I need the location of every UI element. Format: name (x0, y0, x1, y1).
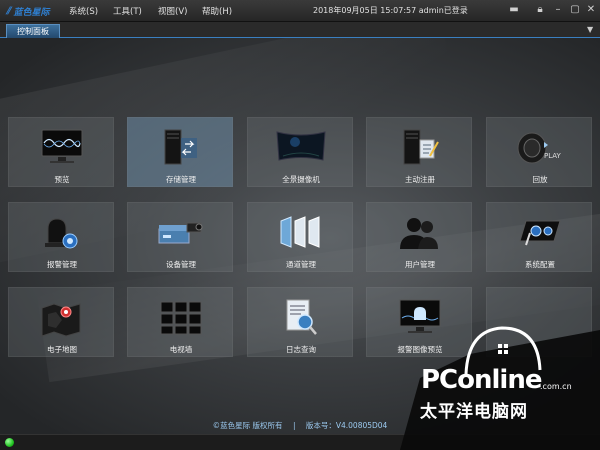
close-icon[interactable]: ✕ (585, 4, 597, 16)
tile-video-wall[interactable]: 电视墙 (127, 287, 233, 357)
tile-label: 电子地图 (47, 345, 77, 354)
map-pin-icon (41, 303, 81, 337)
tile-log-query[interactable]: 日志查询 (247, 287, 353, 357)
connection-status-icon (5, 438, 14, 447)
tab-dropdown-icon[interactable]: ▼ (587, 25, 595, 34)
tile-label: 主动注册 (405, 175, 435, 184)
footer-separator: | (292, 421, 296, 430)
maximize-icon[interactable]: ▢ (569, 4, 581, 16)
screen-icon[interactable]: ▬ (508, 4, 520, 16)
tile-label: 报警图像预览 (397, 345, 443, 354)
tile-alarm-management[interactable]: 报警管理 (8, 202, 114, 272)
tile-label: 存储管理 (166, 175, 196, 184)
tile-active-register[interactable]: 主动注册 (366, 117, 472, 187)
server-storage-icon (164, 129, 197, 165)
watermark-cn-name: 太平洋电脑网 (420, 402, 528, 422)
tile-playback[interactable]: PLAY 回放 (486, 117, 592, 187)
tile-label: 用户管理 (405, 260, 435, 269)
login-status: 2018年09月05日 15:07:57 admin已登录 (313, 6, 468, 15)
menu-system[interactable]: 系统(S) (69, 5, 98, 17)
tile-label: 全景摄像机 (282, 175, 320, 184)
users-icon (400, 218, 438, 249)
tile-channel-management[interactable]: 通道管理 (247, 202, 353, 272)
tile-preview[interactable]: 预览 (8, 117, 114, 187)
tile-device-management[interactable]: 设备管理 (127, 202, 233, 272)
tile-e-map[interactable]: 电子地图 (8, 287, 114, 357)
system-config-icon (519, 220, 561, 246)
log-search-icon (286, 299, 317, 335)
panorama-screen-icon (276, 131, 326, 161)
alarm-bell-gear-icon (45, 218, 78, 249)
alarm-image-icon (399, 299, 441, 333)
channel-panels-icon (280, 216, 320, 248)
tab-control-panel[interactable]: 控制面板 (6, 24, 60, 38)
menu-help[interactable]: 帮助(H) (202, 5, 232, 17)
logo-text: 蓝色星际 (13, 7, 50, 18)
monitor-wave-icon (41, 129, 83, 163)
logo-mark-icon: ⫽ (6, 5, 11, 17)
tile-label: 报警管理 (47, 260, 77, 269)
tile-label: 回放 (532, 175, 548, 184)
server-register-icon (403, 129, 439, 165)
tile-label: 日志查询 (286, 345, 316, 354)
tile-label: 电视墙 (169, 345, 193, 354)
tile-label: 系统配置 (525, 260, 555, 269)
svg-text:PLAY: PLAY (544, 152, 562, 160)
tile-system-config[interactable]: 系统配置 (486, 202, 592, 272)
app-logo: ⫽ 蓝色星际 (6, 4, 49, 18)
minimize-icon[interactable]: – (552, 4, 564, 16)
tile-label: 通道管理 (286, 260, 316, 269)
tile-panorama-camera[interactable]: 全景摄像机 (247, 117, 353, 187)
tile-user-management[interactable]: 用户管理 (366, 202, 472, 272)
tab-bar: 控制面板 ▼ (0, 22, 600, 38)
video-wall-icon (160, 301, 202, 335)
lock-icon[interactable]: 🔒︎ (534, 4, 546, 16)
menu-tools[interactable]: 工具(T) (113, 5, 142, 17)
tile-storage[interactable]: 存储管理 (127, 117, 233, 187)
watermark-domain: .com.cn (540, 382, 572, 391)
version-text: 版本号：V4.00805D04 (305, 421, 388, 430)
title-bar: ⫽ 蓝色星际 系统(S) 工具(T) 视图(V) 帮助(H) 2018年09月0… (0, 0, 600, 22)
copyright-text: ©蓝色星际 版权所有 (212, 421, 283, 430)
film-play-icon: PLAY (517, 132, 562, 164)
tile-label: 预览 (54, 175, 70, 184)
watermark-brand: PConline (421, 365, 542, 395)
tile-alarm-image-preview[interactable]: 报警图像预览 (366, 287, 472, 357)
menu-view[interactable]: 视图(V) (158, 5, 187, 17)
tile-label: 设备管理 (166, 260, 196, 269)
device-camera-icon (158, 222, 203, 244)
